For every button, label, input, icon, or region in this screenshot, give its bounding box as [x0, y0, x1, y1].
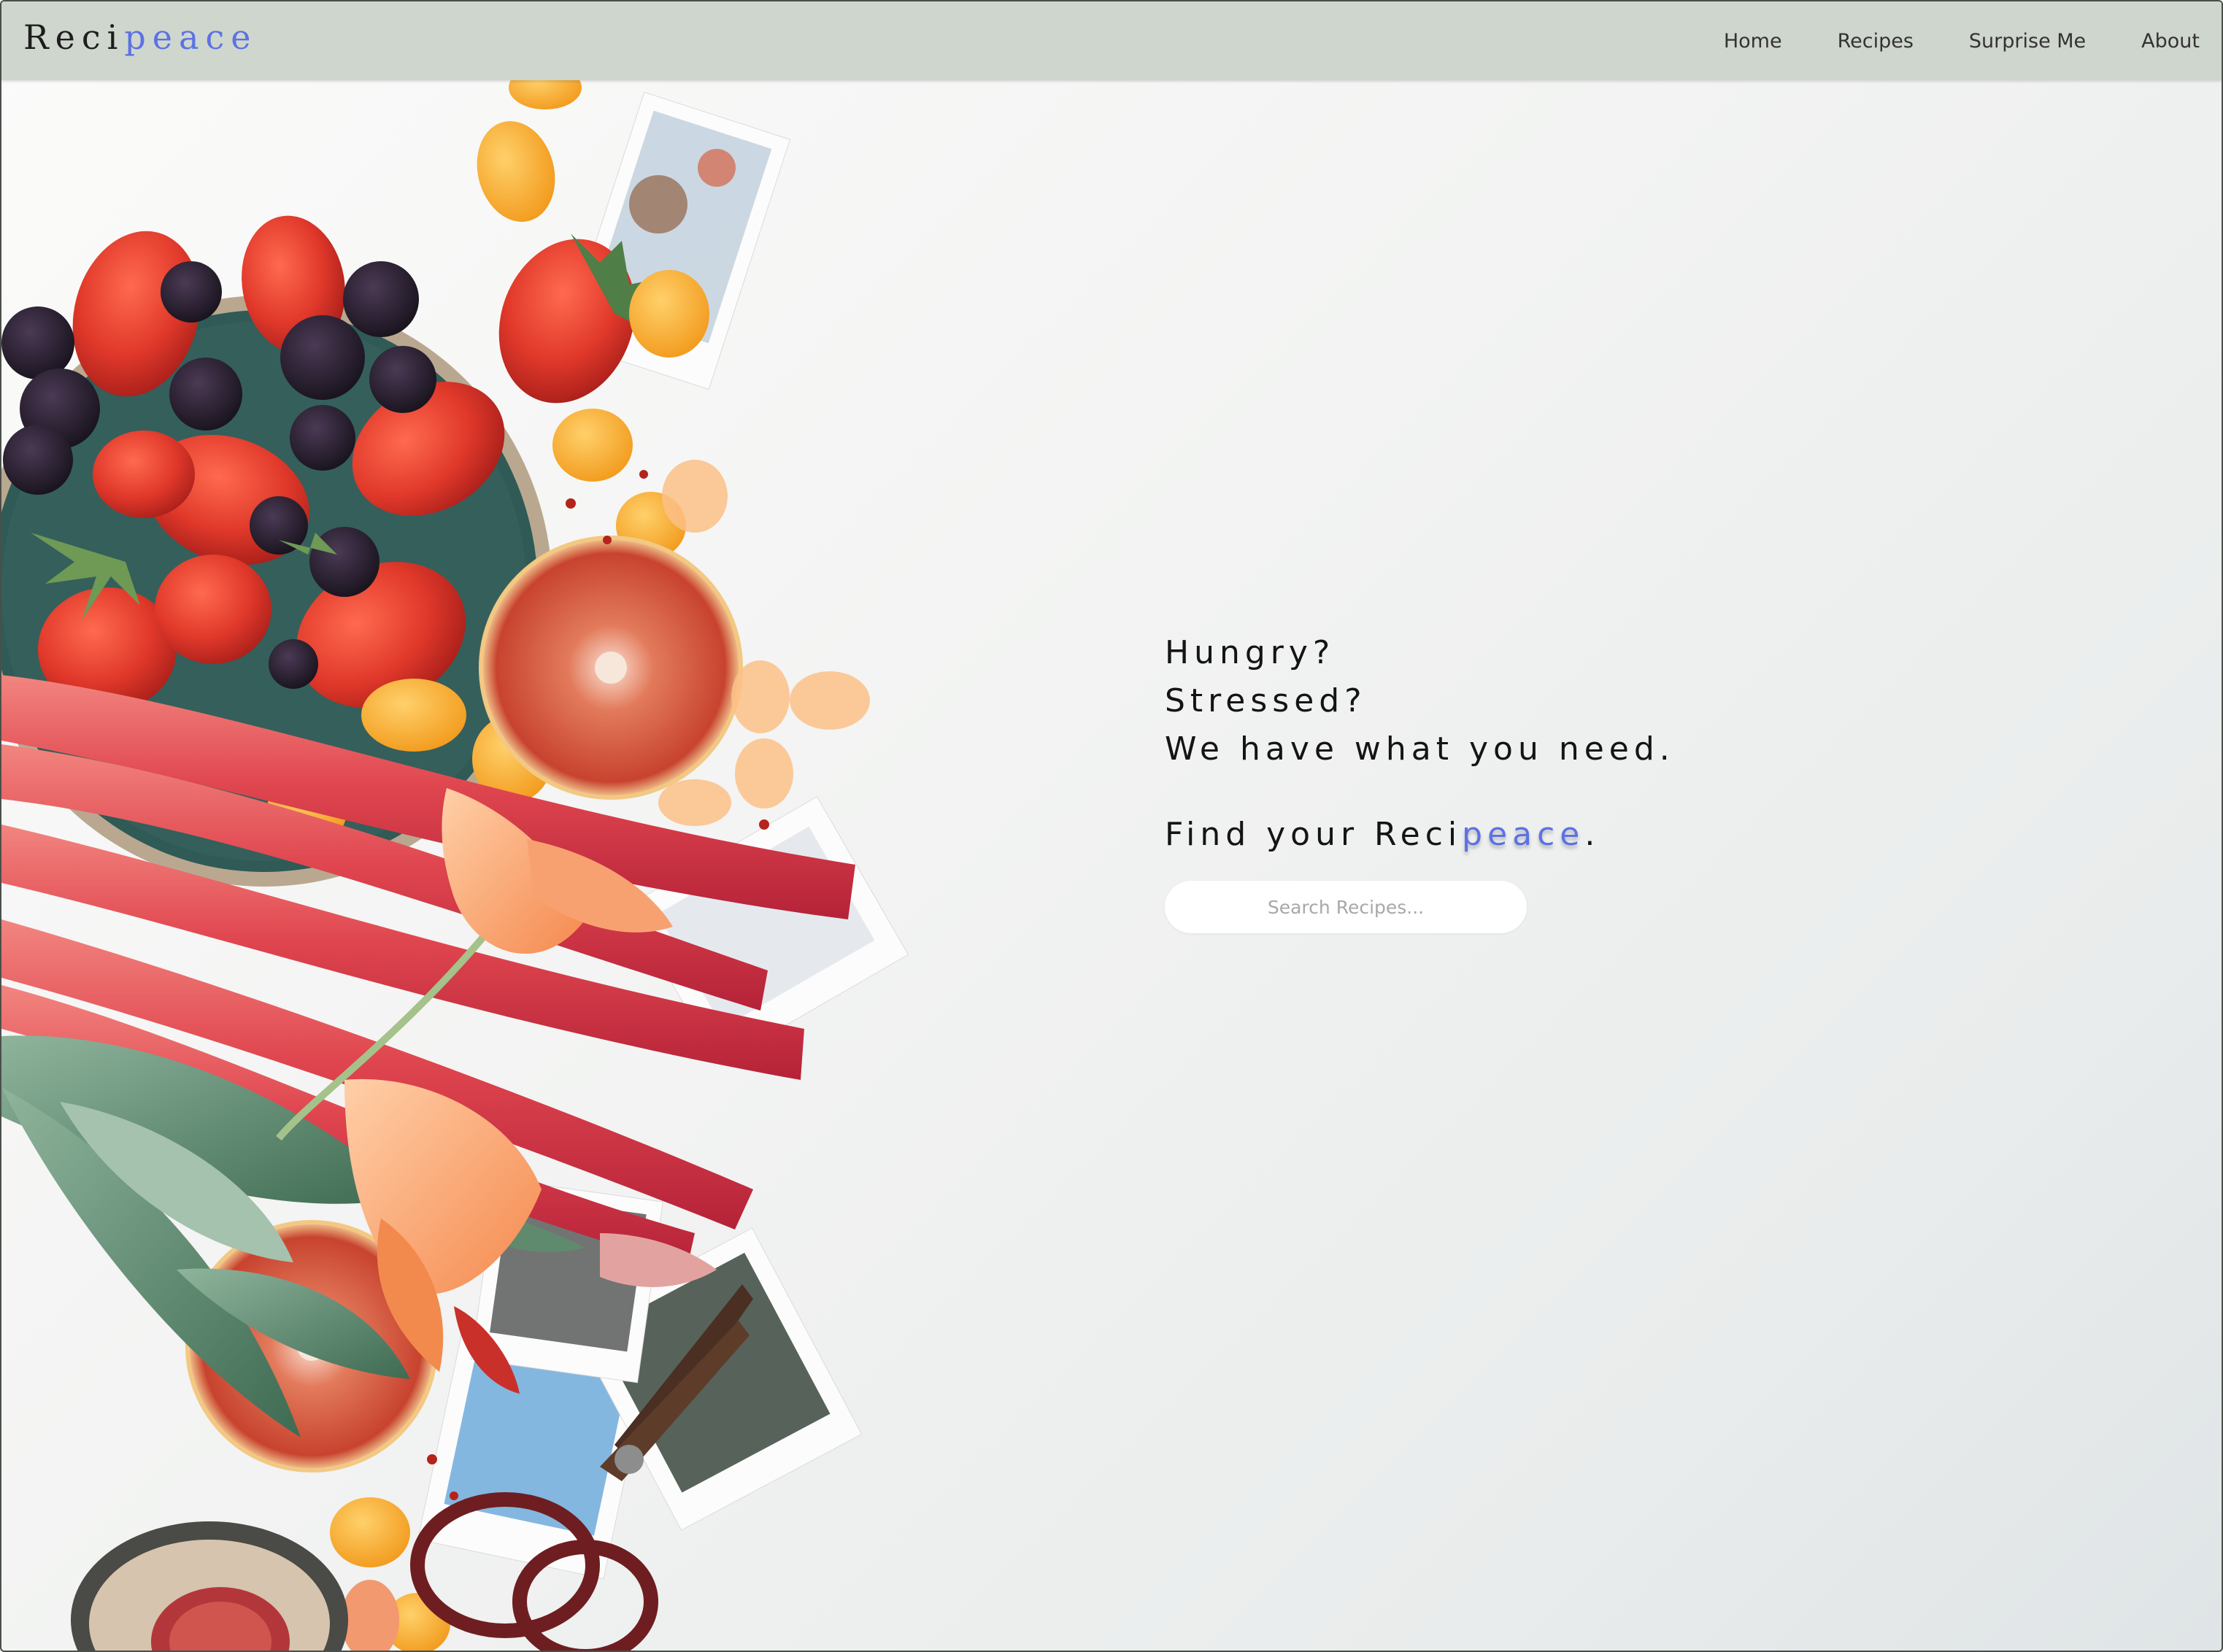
tagline-suffix: .: [1584, 816, 1600, 853]
hero-line-need: We have what you need.: [1165, 730, 1675, 768]
peppercorn-bowl: [71, 1521, 348, 1651]
search-input[interactable]: [1165, 881, 1527, 933]
nav-about[interactable]: About: [2141, 30, 2200, 53]
hero: Hungry? Stressed? We have what you need.…: [1165, 629, 1675, 933]
brand-prefix: Reci: [23, 18, 125, 57]
food-flatlay-image: [1, 80, 909, 1651]
nav-surprise-me[interactable]: Surprise Me: [1969, 30, 2086, 53]
brand-accent: peace: [124, 18, 258, 57]
hero-line-hungry: Hungry?: [1165, 634, 1336, 671]
hero-line-stressed: Stressed?: [1165, 682, 1367, 719]
tagline-prefix: Find your Reci: [1165, 816, 1463, 853]
tagline-accent: peace: [1462, 816, 1585, 853]
nav-home[interactable]: Home: [1724, 30, 1782, 53]
page: Recipeace Home Recipes Surprise Me About: [0, 0, 2223, 1652]
nav-recipes[interactable]: Recipes: [1838, 30, 1914, 53]
navbar: Recipeace Home Recipes Surprise Me About: [1, 1, 2222, 80]
nav-links: Home Recipes Surprise Me About: [1668, 1, 2200, 80]
brand-logo[interactable]: Recipeace: [23, 18, 257, 57]
hero-tagline: Find your Recipeace.: [1165, 816, 1675, 853]
